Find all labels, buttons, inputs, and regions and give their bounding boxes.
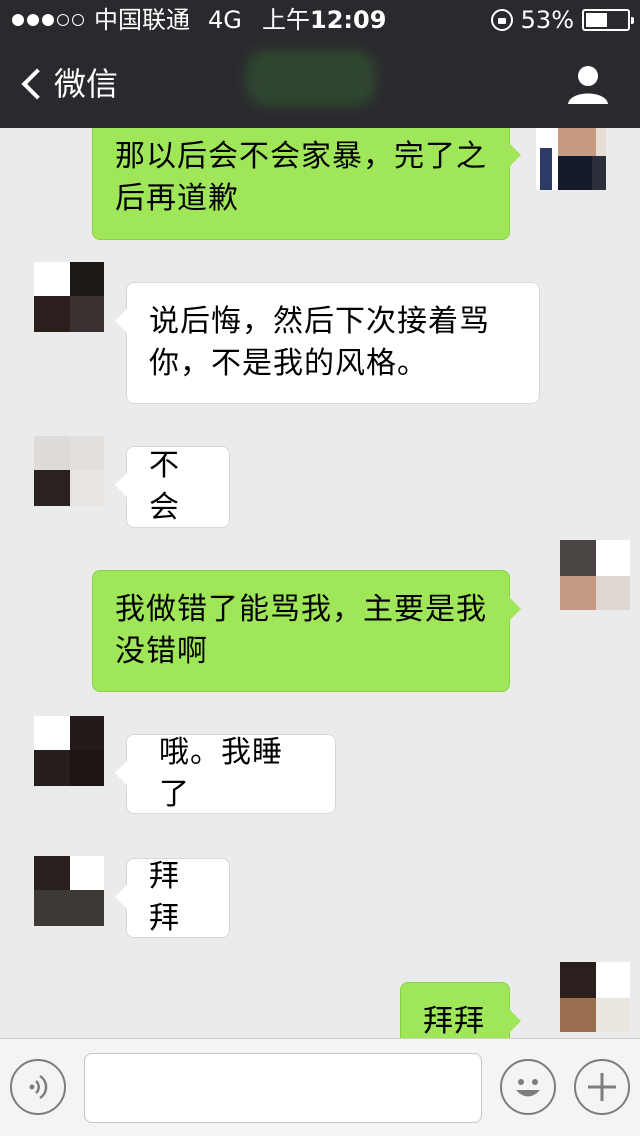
chat-info-button[interactable] xyxy=(566,62,610,106)
carrier-label: 中国联通 xyxy=(94,6,190,34)
message-text: 拜拜 xyxy=(423,1004,485,1038)
message-bubble-outgoing[interactable]: 那以后会不会家暴，完了之后再道歉 xyxy=(92,128,521,240)
contact-avatar[interactable] xyxy=(34,262,104,332)
message-bubble-incoming[interactable]: 哦。我睡了 xyxy=(115,734,336,814)
message-text: 哦。我睡了 xyxy=(159,735,283,812)
message-text: 那以后会不会家暴，完了之后再道歉 xyxy=(115,139,487,216)
battery-icon xyxy=(582,9,634,31)
chat-messages[interactable]: 那以后会不会家暴，完了之后再道歉 说后悔，然后下次接着骂你，不是我的风格。 不会… xyxy=(0,128,640,1038)
contact-avatar[interactable] xyxy=(34,856,104,926)
message-text: 拜拜 xyxy=(149,859,180,936)
message-bubble-outgoing[interactable]: 拜拜 xyxy=(400,982,521,1038)
person-icon xyxy=(568,66,608,104)
message-bubble-outgoing[interactable]: 我做错了能骂我，主要是我没错啊 xyxy=(92,570,521,692)
smiley-icon xyxy=(516,1079,540,1097)
time-prefix: 上午 xyxy=(262,6,310,34)
chevron-left-icon xyxy=(21,68,53,100)
message-input[interactable] xyxy=(84,1053,482,1123)
message-bubble-incoming[interactable]: 不会 xyxy=(115,446,230,528)
message-bubble-incoming[interactable]: 说后悔，然后下次接着骂你，不是我的风格。 xyxy=(115,282,540,404)
contact-avatar[interactable] xyxy=(34,436,104,506)
rotation-lock-icon xyxy=(490,9,513,31)
status-bar: 中国联通 4G 上午12:09 53% xyxy=(0,0,640,40)
message-text: 说后悔，然后下次接着骂你，不是我的风格。 xyxy=(149,304,490,381)
my-avatar[interactable] xyxy=(560,540,630,610)
time-value: 12:09 xyxy=(310,6,387,34)
plus-icon xyxy=(588,1073,616,1101)
chat-title-redacted xyxy=(246,50,376,106)
message-text: 不会 xyxy=(149,448,180,525)
more-button[interactable] xyxy=(574,1059,630,1115)
message-text: 我做错了能骂我，主要是我没错啊 xyxy=(115,592,487,669)
my-avatar[interactable] xyxy=(560,962,630,1032)
battery-percent: 53% xyxy=(520,6,574,34)
clock: 上午12:09 xyxy=(262,0,386,40)
top-bar: 中国联通 4G 上午12:09 53% 微信 xyxy=(0,0,640,128)
message-bubble-incoming[interactable]: 拜拜 xyxy=(115,858,230,938)
navigation-bar: 微信 xyxy=(0,40,640,128)
contact-avatar[interactable] xyxy=(34,716,104,786)
back-label: 微信 xyxy=(54,65,119,103)
input-bar xyxy=(0,1038,640,1136)
emoji-button[interactable] xyxy=(500,1059,556,1115)
back-button[interactable]: 微信 xyxy=(18,64,118,104)
network-label: 4G xyxy=(208,6,242,34)
voice-button[interactable] xyxy=(10,1059,66,1115)
signal-strength-icon xyxy=(12,14,84,26)
voice-icon xyxy=(29,1074,48,1100)
my-avatar[interactable] xyxy=(536,128,606,190)
